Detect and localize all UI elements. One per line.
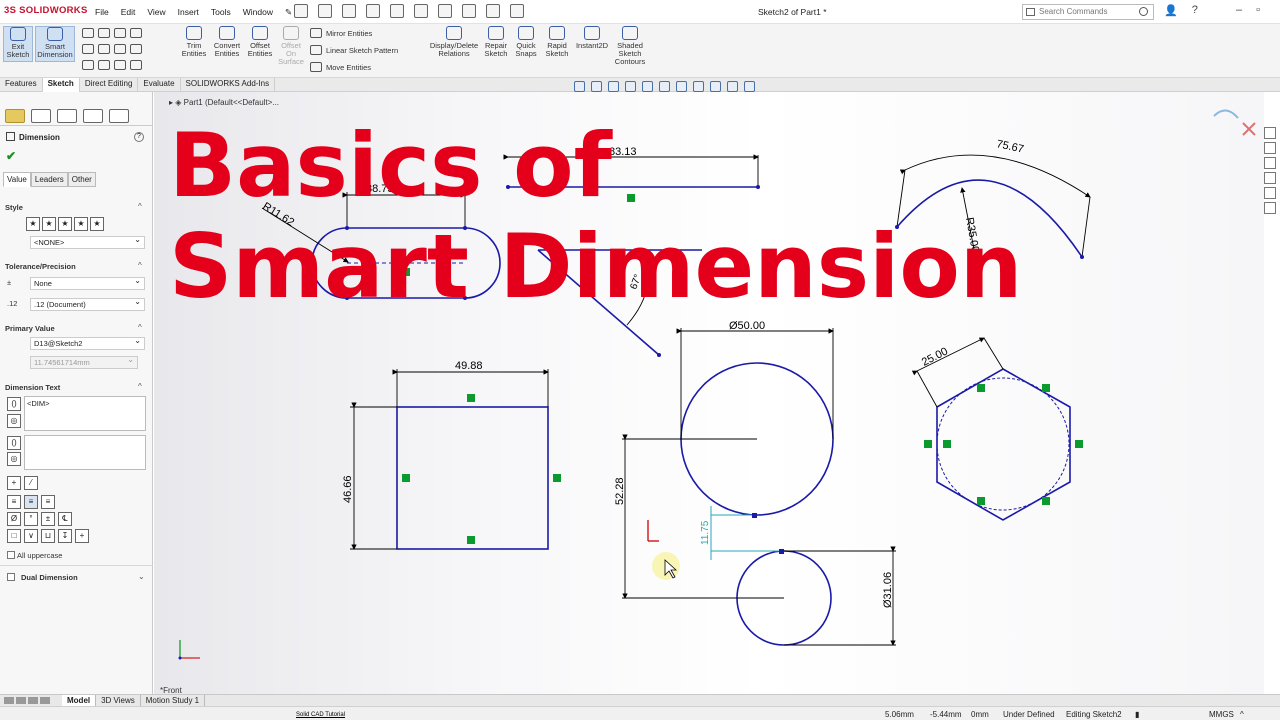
relation-marker <box>924 440 932 448</box>
relation-marker <box>977 497 985 505</box>
units-caret-icon[interactable]: ^ <box>1240 710 1244 719</box>
relation-marker <box>553 474 561 482</box>
relation-marker <box>1042 384 1050 392</box>
task-pane-tabs <box>1264 127 1280 214</box>
relation-marker <box>467 394 475 402</box>
sketch-hexagon <box>936 368 1071 521</box>
status-x: 5.06mm <box>885 710 914 719</box>
cursor-origin <box>647 520 659 542</box>
sketch-geometry: 83.13 38.75 R11.62 75.67 R35.00 49.88 46… <box>178 109 1256 660</box>
status-editing: Editing Sketch2 <box>1066 710 1122 719</box>
rebuild-status-icon[interactable]: ▮ <box>1135 710 1139 719</box>
status-bar: 5.06mm -5.44mm 0mm Under Defined Editing… <box>0 706 1280 720</box>
file-explorer-icon[interactable] <box>1264 157 1276 169</box>
triad-icon <box>178 640 200 660</box>
status-z: 0mm <box>971 710 989 719</box>
overlay-title-line2: Smart Dimension <box>169 215 1023 318</box>
dim-vertical-5228[interactable]: 52.28 <box>614 477 626 505</box>
dim-top-line[interactable]: 83.13 <box>609 146 637 158</box>
confirmation-corner <box>1213 109 1256 136</box>
status-units[interactable]: MMGS <box>1209 710 1234 719</box>
tab-motion-study[interactable]: Motion Study 1 <box>141 695 206 706</box>
hex-construction-circle <box>936 377 1070 511</box>
bottom-tabs: Model 3D Views Motion Study 1 <box>0 694 1280 706</box>
status-y: -5.44mm <box>930 710 962 719</box>
dim-hex-side[interactable]: 25.00 <box>920 345 950 368</box>
relation-marker <box>1075 440 1083 448</box>
resources-icon[interactable] <box>1264 127 1276 139</box>
relation-marker <box>943 440 951 448</box>
custom-properties-icon[interactable] <box>1264 202 1276 214</box>
view-palette-icon[interactable] <box>1264 172 1276 184</box>
dim-circle-large[interactable]: Ø50.00 <box>729 320 765 332</box>
relation-marker <box>977 384 985 392</box>
tab-model[interactable]: Model <box>62 695 97 706</box>
dim-arc-length[interactable]: 75.67 <box>995 138 1024 155</box>
appearances-icon[interactable] <box>1264 187 1276 199</box>
relation-marker <box>467 536 475 544</box>
dim-square-width[interactable]: 49.88 <box>455 360 483 372</box>
status-definition: Under Defined <box>1003 710 1055 719</box>
relation-marker <box>627 194 635 202</box>
tab-3d-views[interactable]: 3D Views <box>96 695 141 706</box>
dim-circle-small[interactable]: Ø31.06 <box>882 572 894 608</box>
dim-gap-1175[interactable]: 11.75 <box>700 520 711 545</box>
relation-marker <box>1042 497 1050 505</box>
sketch-square <box>396 406 549 550</box>
design-library-icon[interactable] <box>1264 142 1276 154</box>
relation-marker <box>402 474 410 482</box>
overlay-title-line1: Basics of <box>169 114 612 217</box>
dim-square-height[interactable]: 46.66 <box>342 475 354 503</box>
watermark: Solid CAD Tutorial <box>296 712 346 718</box>
